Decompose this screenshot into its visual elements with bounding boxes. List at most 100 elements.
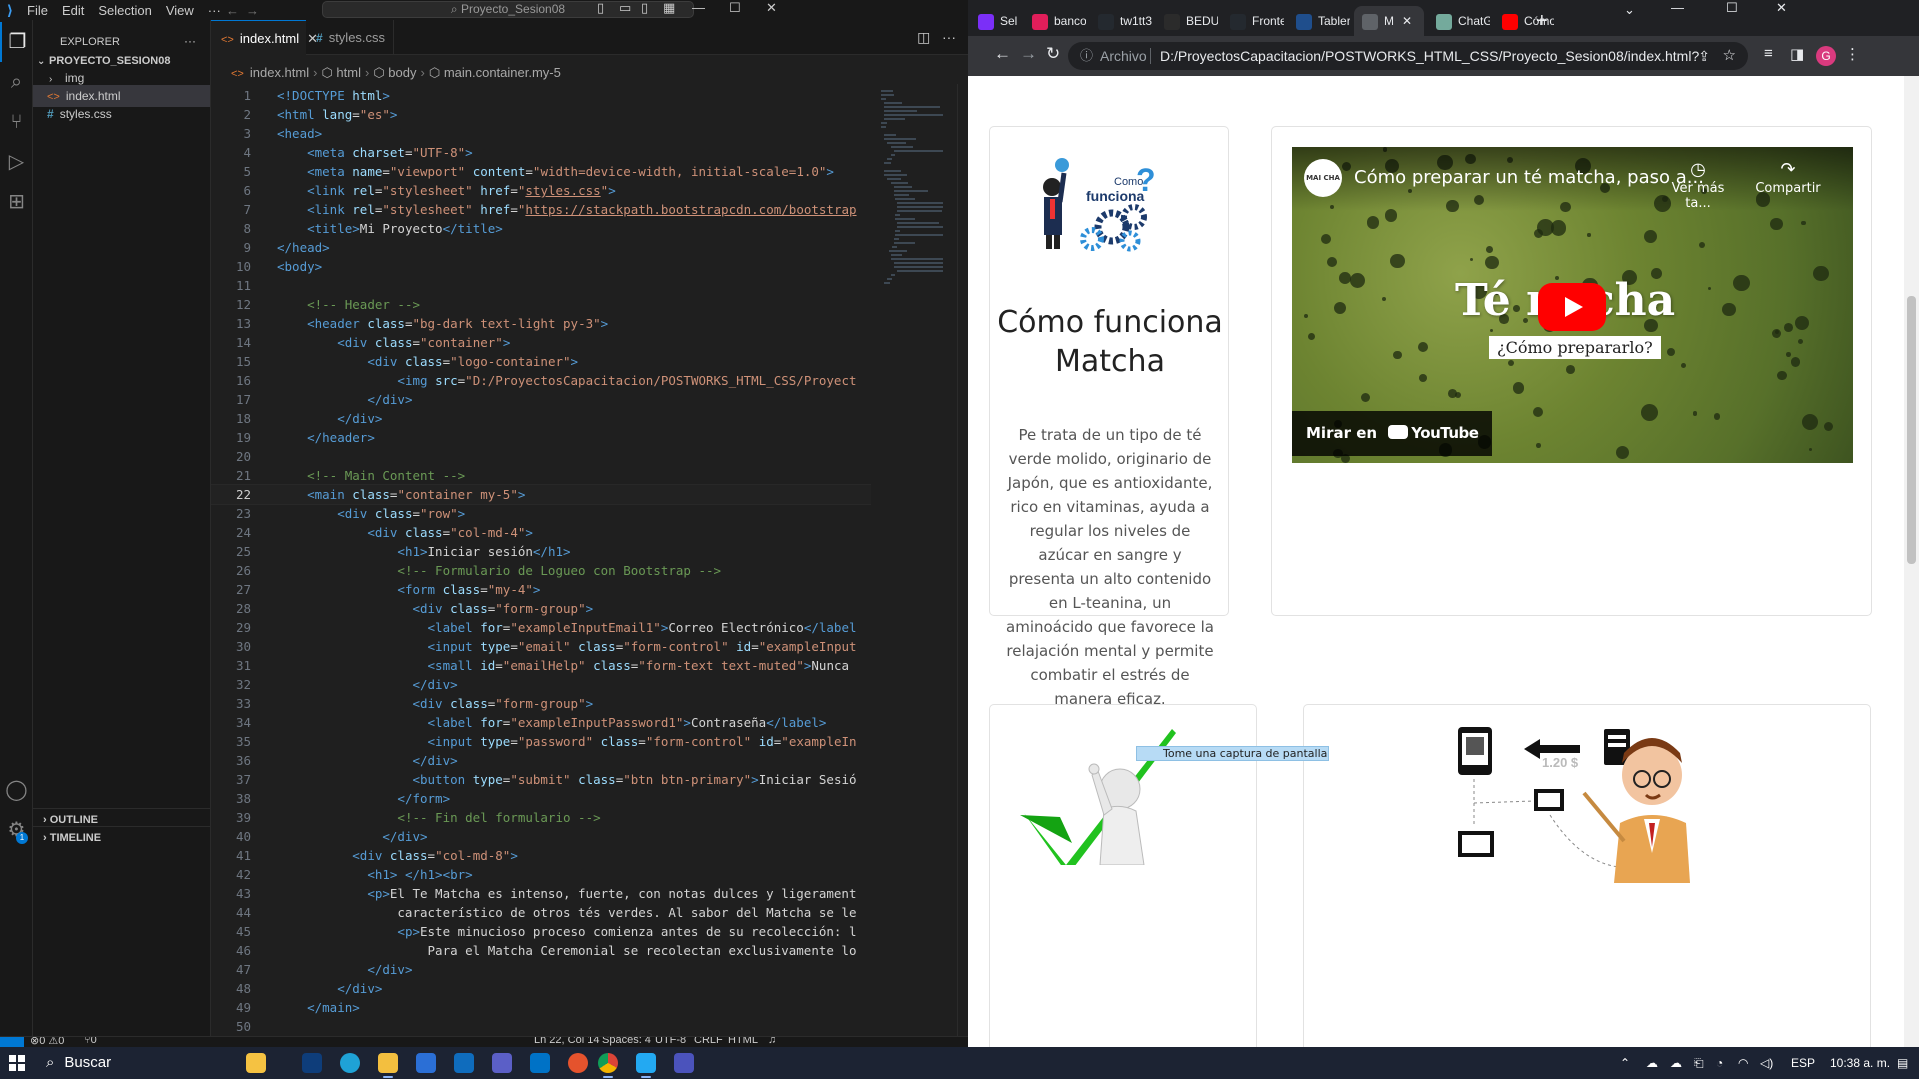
breadcrumb-item[interactable]: html [336, 65, 361, 80]
menu-file[interactable]: File [20, 3, 55, 18]
code-line[interactable]: 14 <div class="container"> [211, 333, 871, 352]
toggle-panel-icon[interactable]: ▭ [619, 0, 631, 16]
explorer-icon[interactable]: ❐ [0, 22, 33, 62]
usb-icon[interactable]: ⎗ [1694, 1047, 1704, 1079]
code-line[interactable]: 12 <!-- Header --> [211, 295, 871, 314]
close-tab-icon[interactable]: ✕ [1402, 14, 1412, 28]
notifications-bell-icon[interactable]: ♫ [768, 1037, 776, 1046]
task-view-icon[interactable] [302, 1053, 322, 1073]
language-indicator[interactable]: ESP [1791, 1047, 1815, 1079]
store-icon[interactable] [416, 1053, 436, 1073]
bookmark-star-icon[interactable]: ☆ [1723, 42, 1736, 70]
code-line[interactable]: 22 <main class="container my-5"> [211, 484, 871, 505]
forward-arrow-icon[interactable]: → [238, 3, 267, 18]
code-line[interactable]: 37 <button type="submit" class="btn btn-… [211, 770, 871, 789]
browser-tab[interactable]: ChatG [1428, 6, 1490, 36]
edge-icon[interactable] [340, 1053, 360, 1073]
code-line[interactable]: 31 <small id="emailHelp" class="form-tex… [211, 656, 871, 675]
share-button[interactable]: ↷ Compartir [1748, 159, 1828, 196]
code-line[interactable]: 25 <h1>Iniciar sesión</h1> [211, 542, 871, 561]
maximize-icon[interactable]: ☐ [1726, 0, 1738, 16]
code-line[interactable]: 20 [211, 447, 871, 466]
code-line[interactable]: 9 </head> [211, 238, 871, 257]
teams-chat-icon[interactable] [492, 1053, 512, 1073]
page-scrollbar[interactable] [1904, 76, 1919, 1047]
ports-status[interactable]: ⑂0 [84, 1037, 97, 1046]
editor-scrollbar[interactable] [957, 84, 967, 1044]
run-debug-icon[interactable]: ▷ [0, 142, 33, 182]
breadcrumb-item[interactable]: body [388, 65, 416, 80]
code-line[interactable]: 35 <input type="password" class="form-co… [211, 732, 871, 751]
tab-search-icon[interactable]: ⌄ [1624, 2, 1635, 18]
code-line[interactable]: 5 <meta name="viewport" content="width=d… [211, 162, 871, 181]
code-line[interactable]: 21 <!-- Main Content --> [211, 466, 871, 485]
code-line[interactable]: 44 característico de otros tés verdes. A… [211, 903, 871, 922]
profile-avatar[interactable]: G [1816, 46, 1836, 66]
code-line[interactable]: 43 <p>El Te Matcha es intenso, fuerte, c… [211, 884, 871, 903]
outlook-icon[interactable] [530, 1053, 550, 1073]
address-bar[interactable]: ⓘ Archivo D:/ProyectosCapacitacion/POSTW… [1068, 42, 1748, 70]
share-icon[interactable]: ⇪ [1698, 42, 1710, 70]
address-url[interactable]: D:/ProyectosCapacitacion/POSTWORKS_HTML_… [1160, 42, 1699, 70]
minimize-icon[interactable]: — [692, 0, 705, 15]
code-line[interactable]: 34 <label for="exampleInputPassword1">Co… [211, 713, 871, 732]
volume-icon[interactable]: ◁) [1760, 1047, 1773, 1079]
code-line[interactable]: 3 <head> [211, 124, 871, 143]
remote-indicator-icon[interactable] [0, 1037, 24, 1047]
code-line[interactable]: 8 <title>Mi Proyecto</title> [211, 219, 871, 238]
code-line[interactable]: 16 <img src="D:/ProyectosCapacitacion/PO… [211, 371, 871, 390]
info-icon[interactable]: ⓘ [1080, 42, 1093, 70]
tab-styles-css[interactable]: # styles.css [306, 20, 394, 55]
code-line[interactable]: 1 <!DOCTYPE html> [211, 86, 871, 105]
extensions-icon[interactable]: ⊞ [0, 182, 33, 222]
back-arrow-icon[interactable]: ← [994, 44, 1011, 64]
code-line[interactable]: 49 </main> [211, 998, 871, 1017]
code-line[interactable]: 11 [211, 276, 871, 295]
search-highlight-icon[interactable] [246, 1053, 266, 1073]
watch-on-youtube-button[interactable]: Mirar en YouTube [1292, 411, 1493, 456]
onedrive-sync-icon[interactable]: ☁ [1670, 1047, 1682, 1079]
settings-gear-icon[interactable]: ⚙ 1 [0, 810, 33, 850]
code-line[interactable]: 15 <div class="logo-container"> [211, 352, 871, 371]
code-line[interactable]: 45 <p>Este minucioso proceso comienza an… [211, 922, 871, 941]
code-line[interactable]: 30 <input type="email" class="form-contr… [211, 637, 871, 656]
browser-tab[interactable]: Tablero [1288, 6, 1350, 36]
split-editor-icon[interactable]: ◫ [917, 29, 930, 45]
code-line[interactable]: 36 </div> [211, 751, 871, 770]
chrome-menu-icon[interactable]: ⋮ [1845, 45, 1860, 63]
youtube-embed[interactable]: MAI CHA Cómo preparar un té matcha, paso… [1292, 147, 1853, 463]
brave-icon[interactable] [568, 1053, 588, 1073]
toggle-secondary-sidebar-icon[interactable]: ▯ [641, 0, 648, 16]
browser-tab[interactable]: tw1tt3 [1090, 6, 1152, 36]
wifi-icon[interactable]: ◠ [1738, 1047, 1748, 1079]
code-line[interactable]: 33 <div class="form-group"> [211, 694, 871, 713]
code-editor[interactable]: 1 <!DOCTYPE html> 2 <html lang="es"> 3 <head>… [211, 84, 871, 1047]
video-title[interactable]: Cómo preparar un té matcha, paso a... [1354, 167, 1704, 188]
source-control-icon[interactable]: ⑂ [0, 102, 33, 142]
notifications-icon[interactable]: ▤ [1897, 1047, 1908, 1079]
timeline-section[interactable]: › TIMELINE [33, 826, 210, 848]
command-center[interactable]: ⌕ Proyecto_Sesion08 [322, 1, 694, 18]
code-line[interactable]: 39 <!-- Fin del formulario --> [211, 808, 871, 827]
tray-chevron-icon[interactable]: ⌃ [1620, 1047, 1630, 1079]
side-panel-icon[interactable]: ◨ [1790, 45, 1804, 63]
indentation[interactable]: Spaces: 4 [602, 1037, 651, 1046]
code-line[interactable]: 7 <link rel="stylesheet" href="https://s… [211, 200, 871, 219]
tab-index-html[interactable]: <> index.html ✕ [211, 20, 318, 55]
play-button-icon[interactable] [1538, 283, 1606, 331]
code-line[interactable]: 10 <body> [211, 257, 871, 276]
teams-icon[interactable] [674, 1053, 694, 1073]
channel-avatar[interactable]: MAI CHA [1304, 159, 1342, 197]
close-window-icon[interactable]: ✕ [766, 0, 777, 16]
explorer-more-icon[interactable]: ··· [184, 34, 196, 48]
vscode-icon[interactable] [636, 1053, 656, 1078]
windows-start-icon[interactable] [9, 1055, 25, 1071]
browser-tab[interactable]: Sel [970, 6, 1020, 36]
media-controls-icon[interactable]: ≡ [1764, 45, 1773, 62]
code-line[interactable]: 48 </div> [211, 979, 871, 998]
minimize-icon[interactable]: — [1671, 0, 1684, 16]
more-actions-icon[interactable]: ··· [942, 29, 956, 45]
code-line[interactable]: 28 <div class="form-group"> [211, 599, 871, 618]
code-line[interactable]: 29 <label for="exampleInputEmail1">Corre… [211, 618, 871, 637]
browser-tab[interactable]: BEDU [1156, 6, 1218, 36]
